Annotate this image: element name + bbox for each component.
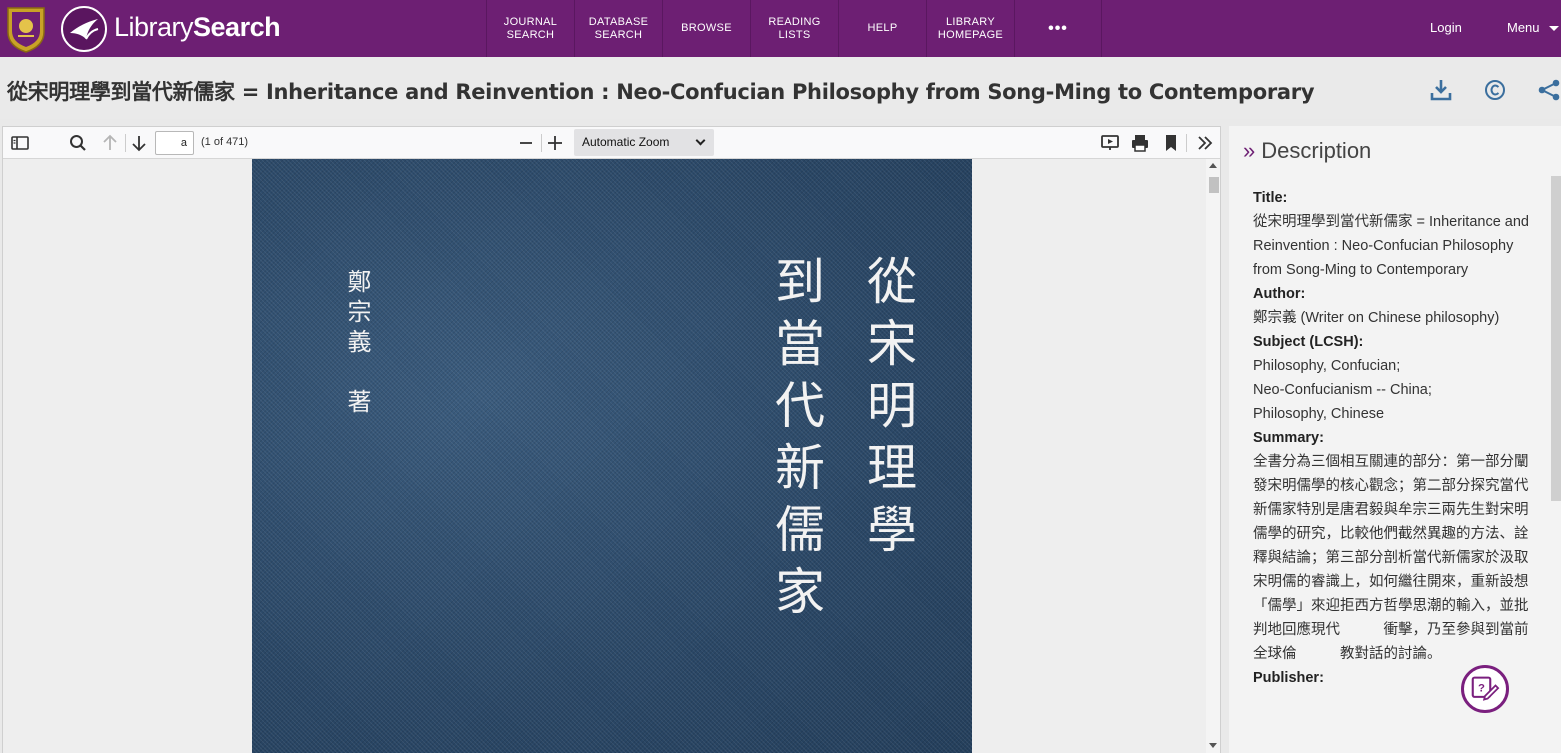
- menu-caret-icon: [1549, 26, 1559, 31]
- nav-reading-lists[interactable]: READING LISTS: [750, 0, 838, 57]
- subject-item[interactable]: Philosophy, Confucian;: [1253, 354, 1538, 378]
- cover-author: 鄭宗義 著: [343, 269, 371, 419]
- menu-button[interactable]: Menu: [1507, 20, 1540, 35]
- page-title: 從宋明理學到當代新儒家 = Inheritance and Reinventio…: [7, 80, 1315, 104]
- find-search-icon[interactable]: [67, 132, 89, 154]
- title-value: 從宋明理學到當代新儒家 = Inheritance and Reinventio…: [1253, 214, 1529, 278]
- page-count: (1 of 471): [201, 136, 249, 148]
- scroll-up-arrow-icon[interactable]: [1209, 163, 1217, 168]
- chevron-down-icon: [695, 135, 706, 146]
- book-cover-page: 從宋明理學 到當代新儒家 鄭宗義 著: [252, 159, 972, 753]
- nav-journal-search[interactable]: JOURNAL SEARCH: [486, 0, 574, 57]
- description-body: Title: 從宋明理學到當代新儒家 = Inheritance and Rei…: [1253, 186, 1538, 690]
- tools-double-chevron-icon[interactable]: [1194, 132, 1216, 154]
- download-icon[interactable]: [1428, 77, 1454, 103]
- pdf-viewer: (1 of 471) Automatic Zoom: [2, 126, 1221, 753]
- pdf-viewer-canvas[interactable]: 從宋明理學 到當代新儒家 鄭宗義 著: [3, 159, 1220, 753]
- description-panel: » Description Title: 從宋明理學到當代新儒家 = Inheri…: [1229, 126, 1561, 753]
- summary-value: 全書分為三個相互關連的部分：第一部分闡發宋明儒學的核心觀念；第二部分探究當代新儒…: [1253, 454, 1529, 662]
- cover-title-line-2: 到當代新儒家: [767, 255, 825, 627]
- subject-label: Subject (LCSH):: [1253, 334, 1364, 350]
- pdf-toolbar: (1 of 471) Automatic Zoom: [3, 127, 1220, 159]
- brand-library-text: Library: [114, 12, 194, 42]
- page-number-input[interactable]: [155, 131, 194, 155]
- toolbar-separator: [541, 134, 542, 152]
- svg-text:?: ?: [1478, 683, 1485, 695]
- record-title-bar: 從宋明理學到當代新儒家 = Inheritance and Reinventio…: [0, 57, 1561, 119]
- sidebar-toggle-icon[interactable]: [9, 132, 31, 154]
- cover-title-line-1: 從宋明理學: [859, 255, 917, 565]
- toolbar-separator: [1186, 134, 1187, 152]
- scrollbar-thumb[interactable]: [1209, 177, 1219, 193]
- previous-page-icon[interactable]: [99, 132, 121, 154]
- author-label: Author:: [1253, 286, 1306, 302]
- zoom-select-value: Automatic Zoom: [582, 135, 670, 149]
- toolbar-separator: [125, 134, 126, 152]
- bookmark-icon[interactable]: [1160, 132, 1182, 154]
- subject-item[interactable]: Neo-Confucianism -- China;: [1253, 378, 1538, 402]
- library-search-logo-icon[interactable]: [60, 5, 108, 53]
- pdf-vertical-scrollbar[interactable]: [1206, 159, 1220, 753]
- scroll-down-arrow-icon[interactable]: [1209, 743, 1217, 748]
- description-heading[interactable]: » Description: [1243, 138, 1371, 164]
- brand-search-text: Search: [193, 12, 281, 42]
- print-icon[interactable]: [1129, 132, 1151, 154]
- author-value[interactable]: 鄭宗義 (Writer on Chinese philosophy): [1253, 306, 1538, 330]
- nav-help[interactable]: HELP: [838, 0, 926, 57]
- double-chevron-right-icon[interactable]: »: [1243, 138, 1255, 163]
- subject-item[interactable]: Philosophy, Chinese: [1253, 402, 1538, 426]
- university-crest-logo[interactable]: [0, 2, 52, 54]
- summary-label: Summary:: [1253, 430, 1324, 446]
- presentation-mode-icon[interactable]: [1099, 132, 1121, 154]
- description-scrollbar[interactable]: [1551, 176, 1561, 501]
- zoom-select[interactable]: Automatic Zoom: [574, 129, 714, 156]
- share-icon[interactable]: [1536, 77, 1561, 103]
- main-nav: JOURNAL SEARCH DATABASE SEARCH BROWSE RE…: [486, 0, 1102, 57]
- description-heading-text: Description: [1261, 138, 1372, 163]
- zoom-in-icon[interactable]: [544, 132, 566, 154]
- nav-browse[interactable]: BROWSE: [662, 0, 750, 57]
- title-label: Title:: [1253, 190, 1288, 206]
- help-chat-icon[interactable]: ?: [1461, 665, 1509, 713]
- nav-library-homepage[interactable]: LIBRARY HOMEPAGE: [926, 0, 1014, 57]
- brand-wordmark[interactable]: LibrarySearch: [114, 12, 281, 43]
- nav-more-button[interactable]: •••: [1014, 0, 1102, 57]
- login-link[interactable]: Login: [1430, 20, 1462, 35]
- nav-database-search[interactable]: DATABASE SEARCH: [574, 0, 662, 57]
- zoom-out-icon[interactable]: [515, 132, 537, 154]
- top-navigation-bar: LibrarySearch JOURNAL SEARCH DATABASE SE…: [0, 0, 1561, 57]
- next-page-icon[interactable]: [128, 132, 150, 154]
- copyright-icon[interactable]: [1482, 77, 1508, 103]
